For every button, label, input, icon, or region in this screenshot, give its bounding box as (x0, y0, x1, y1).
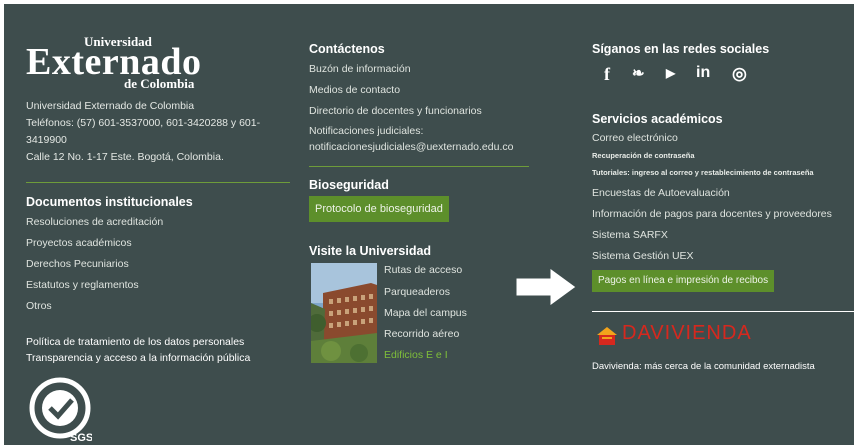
contact-heading: Contáctenos (309, 42, 385, 56)
bio-heading: Bioseguridad (309, 178, 389, 192)
address-phones: Teléfonos: (57) 601-3537000, 601-3420288… (26, 117, 261, 129)
certification-seal-icon: SGS (29, 377, 92, 444)
cert-label: SGS (70, 432, 92, 444)
judicial-email-link[interactable]: notificacionesjudiciales@uexternado.edu.… (309, 141, 513, 153)
contact-address: Universidad Externado de Colombia Teléfo… (26, 98, 296, 166)
services-link-gestion[interactable]: Sistema Gestión UEX (592, 250, 694, 262)
contact-link-directorio[interactable]: Directorio de docentes y funcionarios (309, 105, 482, 117)
address-line: Universidad Externado de Colombia (26, 100, 195, 112)
linkedin-icon[interactable]: in (696, 64, 710, 82)
visit-link-mapa[interactable]: Mapa del campus (384, 307, 467, 319)
arrow-right-icon (515, 267, 577, 307)
services-link-tutorials[interactable]: Tutoriales: ingreso al correo y restable… (592, 168, 814, 177)
bio-protocol-button[interactable]: Protocolo de bioseguridad (309, 196, 449, 222)
visit-link-parqueaderos[interactable]: Parqueaderos (384, 286, 450, 298)
social-heading: Síganos en las redes sociales (592, 42, 770, 56)
services-link-recovery[interactable]: Recuperación de contraseña (592, 151, 695, 160)
docs-link-resoluciones[interactable]: Resoluciones de acreditación (26, 216, 163, 228)
site-footer: Universidad Externado de Colombia Univer… (4, 4, 854, 445)
contact-link-buzon[interactable]: Buzón de información (309, 63, 411, 75)
contact-link-medios[interactable]: Medios de contacto (309, 84, 400, 96)
policy-data-link[interactable]: Política de tratamiento de los datos per… (26, 336, 244, 348)
logo-line-colombia: de Colombia (124, 76, 195, 91)
bank-tagline: Davivienda: más cerca de la comunidad ex… (592, 361, 815, 372)
visit-link-rutas[interactable]: Rutas de acceso (384, 264, 462, 276)
online-payments-button[interactable]: Pagos en línea e impresión de recibos (592, 270, 775, 292)
docs-link-proyectos[interactable]: Proyectos académicos (26, 237, 132, 249)
campus-photo[interactable] (311, 263, 377, 363)
transparency-link[interactable]: Transparencia y acceso a la información … (26, 352, 250, 364)
docs-heading: Documentos institucionales (26, 195, 193, 209)
davivienda-house-icon (597, 327, 617, 345)
services-link-sarfx[interactable]: Sistema SARFX (592, 229, 668, 241)
twitter-icon[interactable]: ❧ (632, 64, 645, 82)
divider (26, 182, 290, 183)
services-link-encuestas[interactable]: Encuestas de Autoevaluación (592, 187, 730, 199)
services-link-email[interactable]: Correo electrónico (592, 132, 678, 144)
facebook-icon[interactable]: f (604, 64, 610, 85)
youtube-icon[interactable]: ▶ (666, 66, 675, 80)
address-street: Calle 12 No. 1-17 Este. Bogotá, Colombia… (26, 151, 224, 163)
visit-heading: Visite la Universidad (309, 244, 432, 258)
visit-link-recorrido[interactable]: Recorrido aéreo (384, 328, 459, 340)
divider (309, 166, 529, 167)
visit-link-edificios[interactable]: Edificios E e I (384, 349, 448, 361)
davivienda-logo[interactable]: DAVIVIENDA (622, 322, 752, 345)
divider (592, 311, 854, 312)
services-link-pagos-info[interactable]: Información de pagos para docentes y pro… (592, 208, 832, 220)
docs-link-otros[interactable]: Otros (26, 300, 52, 312)
docs-link-derechos[interactable]: Derechos Pecuniarios (26, 258, 129, 270)
university-logo[interactable]: Universidad Externado de Colombia (26, 34, 226, 94)
docs-link-estatutos[interactable]: Estatutos y reglamentos (26, 279, 139, 291)
social-icons: f ❧ ▶ in ◎ (596, 64, 756, 88)
instagram-icon[interactable]: ◎ (732, 64, 747, 84)
address-phones-cont: 3419900 (26, 134, 67, 146)
judicial-notifications-label: Notificaciones judiciales: (309, 125, 424, 137)
services-heading: Servicios académicos (592, 112, 723, 126)
